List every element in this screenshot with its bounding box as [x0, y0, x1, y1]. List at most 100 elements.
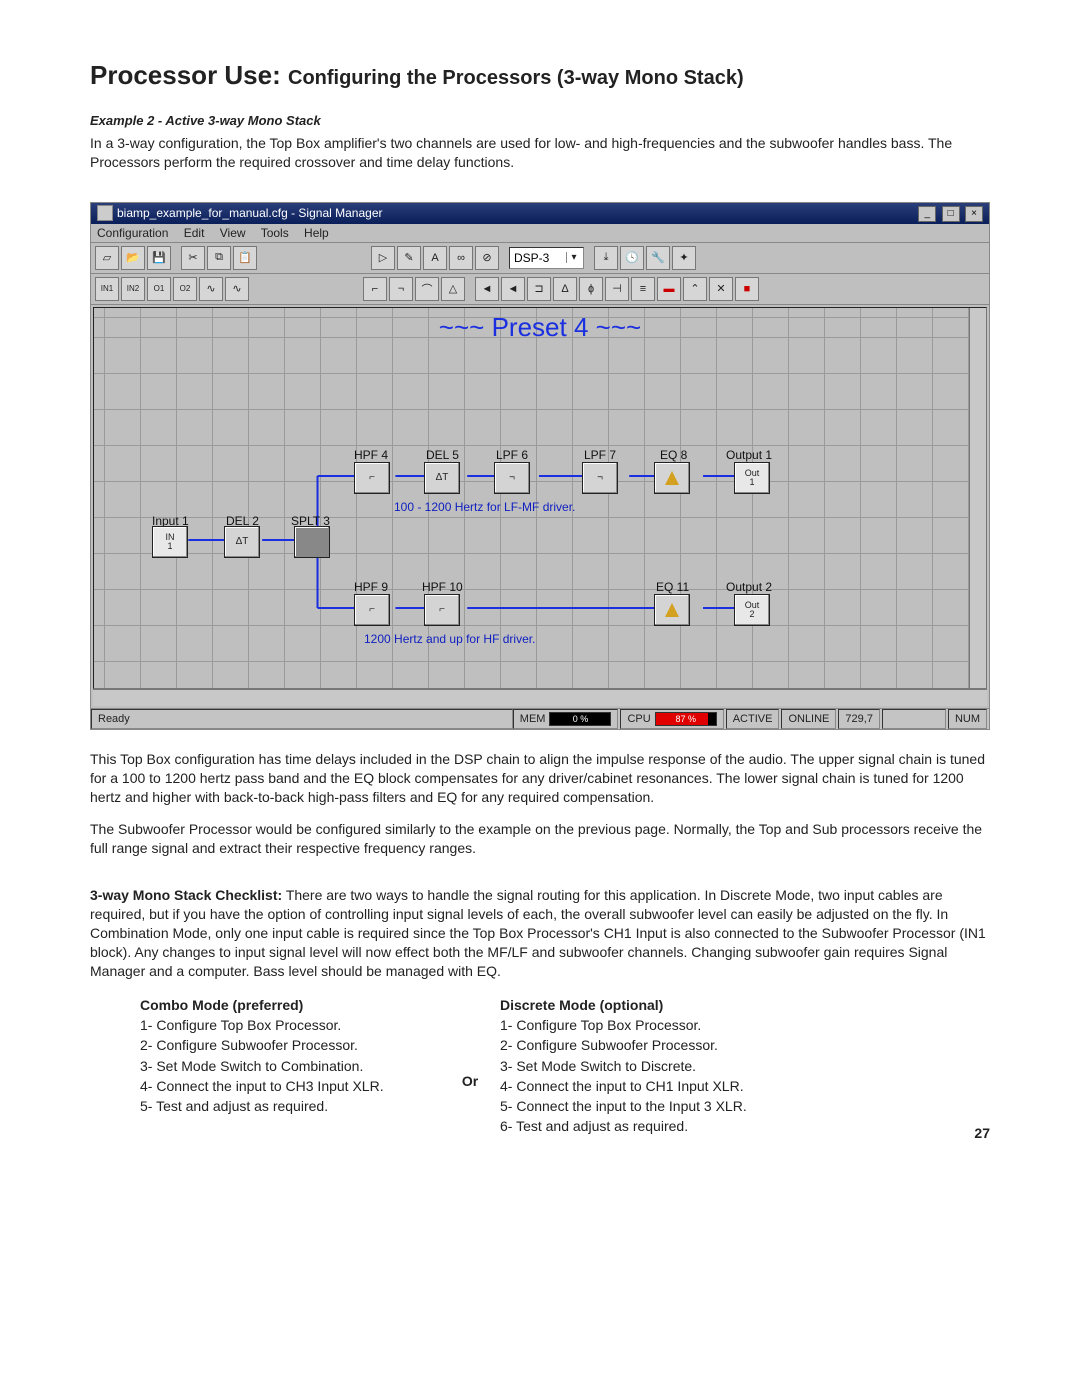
page-title: Processor Use: Configuring the Processor… — [90, 60, 990, 91]
wrench-icon[interactable]: 🔧 — [646, 246, 670, 270]
bpf-icon[interactable]: ⌒ — [415, 277, 439, 301]
status-num: NUM — [948, 709, 987, 729]
block-splt3[interactable] — [294, 526, 330, 558]
note-lower-chain: 1200 Hertz and up for HF driver. — [364, 632, 535, 646]
hpf-icon[interactable]: ⌐ — [363, 277, 387, 301]
menu-view[interactable]: View — [220, 226, 246, 240]
dsp-field[interactable] — [512, 250, 566, 266]
after-paragraph-1: This Top Box configuration has time dela… — [90, 750, 990, 807]
dsp-select[interactable]: ▾ — [509, 247, 584, 269]
in1-icon[interactable]: IN1 — [95, 277, 119, 301]
meter-icon[interactable]: ▬ — [657, 277, 681, 301]
discrete-step: 5- Connect the input to the Input 3 XLR. — [500, 1096, 800, 1116]
statusbar: Ready MEM 0 % CPU 87 % ACTIVE ONLINE 729… — [91, 708, 989, 729]
example-label: Example 2 - Active 3-way Mono Stack — [90, 113, 990, 128]
in2-icon[interactable]: IN2 — [121, 277, 145, 301]
menu-tools[interactable]: Tools — [261, 226, 289, 240]
status-active: ACTIVE — [726, 709, 780, 729]
block-out2[interactable]: Out2 — [734, 594, 770, 626]
paste-icon[interactable]: 📋 — [233, 246, 257, 270]
checklist-lead-strong: 3-way Mono Stack Checklist: — [90, 887, 282, 903]
mix-icon[interactable]: ≡ — [631, 277, 655, 301]
block-hpf9[interactable]: ⌐ — [354, 594, 390, 626]
unlink-icon[interactable]: ⊘ — [475, 246, 499, 270]
save-icon[interactable]: 💾 — [147, 246, 171, 270]
gain-icon[interactable]: ◄ — [501, 277, 525, 301]
eq-icon[interactable]: △ — [441, 277, 465, 301]
label-hpf10: HPF 10 — [422, 580, 463, 594]
cut-icon[interactable]: ✂ — [181, 246, 205, 270]
dsp-canvas[interactable]: ~~~ Preset 4 ~~~ — [93, 307, 987, 689]
block-del2[interactable]: ΔT — [224, 526, 260, 558]
stop-icon[interactable]: ■ — [735, 277, 759, 301]
label-eq11: EQ 11 — [656, 580, 689, 594]
out1-icon[interactable]: O1 — [147, 277, 171, 301]
mute-icon[interactable]: ◄ — [475, 277, 499, 301]
split-icon[interactable]: ⊣ — [605, 277, 629, 301]
spark-icon[interactable]: ✦ — [672, 246, 696, 270]
status-mem: MEM 0 % — [513, 709, 619, 729]
combo-step: 2- Configure Subwoofer Processor. — [140, 1035, 440, 1055]
label-out2: Output 2 — [726, 580, 772, 594]
combo-step: 3- Set Mode Switch to Combination. — [140, 1056, 440, 1076]
label-hpf4: HPF 4 — [354, 448, 388, 462]
minimize-icon[interactable]: _ — [918, 206, 936, 222]
chevron-down-icon[interactable]: ▾ — [566, 252, 581, 263]
delay-icon[interactable]: Δ — [553, 277, 577, 301]
page-title-strong: Processor Use: — [90, 60, 281, 90]
block-lpf6[interactable]: ¬ — [494, 462, 530, 494]
menu-help[interactable]: Help — [304, 226, 329, 240]
block-out1[interactable]: Out1 — [734, 462, 770, 494]
checklist-paragraph: 3-way Mono Stack Checklist: There are tw… — [90, 886, 990, 980]
discrete-step: 2- Configure Subwoofer Processor. — [500, 1035, 800, 1055]
copy-icon[interactable]: ⧉ — [207, 246, 231, 270]
discrete-mode-column: Discrete Mode (optional) 1- Configure To… — [500, 995, 800, 1137]
after-paragraph-2: The Subwoofer Processor would be configu… — [90, 820, 990, 858]
close-icon[interactable]: × — [965, 206, 983, 222]
block-lpf7[interactable]: ¬ — [582, 462, 618, 494]
noise-icon[interactable]: ∿ — [225, 277, 249, 301]
block-hpf10[interactable]: ⌐ — [424, 594, 460, 626]
preset-title: ~~~ Preset 4 ~~~ — [439, 312, 641, 343]
comp-icon[interactable]: ⊐ — [527, 277, 551, 301]
maximize-icon[interactable]: □ — [942, 206, 960, 222]
out2-icon[interactable]: O2 — [173, 277, 197, 301]
label-lpf6: LPF 6 — [496, 448, 528, 462]
discrete-step: 4- Connect the input to CH1 Input XLR. — [500, 1076, 800, 1096]
polarity-icon[interactable]: ɸ — [579, 277, 603, 301]
menubar[interactable]: Configuration Edit View Tools Help — [91, 224, 989, 243]
block-eq8[interactable] — [654, 462, 690, 494]
clock-icon[interactable]: 🕓 — [620, 246, 644, 270]
block-eq11[interactable] — [654, 594, 690, 626]
block-del5[interactable]: ΔT — [424, 462, 460, 494]
open-icon[interactable]: 📂 — [121, 246, 145, 270]
download-icon[interactable]: ⤓ — [594, 246, 618, 270]
pointer-icon[interactable]: ▷ — [371, 246, 395, 270]
discrete-step: 1- Configure Top Box Processor. — [500, 1015, 800, 1035]
misc2-icon[interactable]: ✕ — [709, 277, 733, 301]
horizontal-scrollbar[interactable] — [93, 689, 987, 706]
menu-edit[interactable]: Edit — [184, 226, 205, 240]
window-titlebar[interactable]: biamp_example_for_manual.cfg - Signal Ma… — [91, 203, 989, 224]
combo-title: Combo Mode (preferred) — [140, 995, 440, 1015]
label-del5: DEL 5 — [426, 448, 459, 462]
lpf-icon[interactable]: ¬ — [389, 277, 413, 301]
combo-step: 4- Connect the input to CH3 Input XLR. — [140, 1076, 440, 1096]
misc1-icon[interactable]: ⌃ — [683, 277, 707, 301]
vertical-scrollbar[interactable] — [969, 308, 986, 688]
toolbar-1[interactable]: ▱ 📂 💾 ✂ ⧉ 📋 ▷ ✎ A ∞ ⊘ ▾ ⤓ 🕓 🔧 ✦ — [91, 243, 989, 274]
block-hpf4[interactable]: ⌐ — [354, 462, 390, 494]
pencil-icon[interactable]: ✎ — [397, 246, 421, 270]
link-icon[interactable]: ∞ — [449, 246, 473, 270]
sine-icon[interactable]: ∿ — [199, 277, 223, 301]
menu-configuration[interactable]: Configuration — [97, 226, 168, 240]
block-in1[interactable]: IN1 — [152, 526, 188, 558]
toolbar-2[interactable]: IN1 IN2 O1 O2 ∿ ∿ ⌐ ¬ ⌒ △ ◄ ◄ ⊐ Δ ɸ ⊣ ≡ … — [91, 274, 989, 305]
window-buttons[interactable]: _ □ × — [916, 205, 983, 222]
combo-step: 5- Test and adjust as required. — [140, 1096, 440, 1116]
new-icon[interactable]: ▱ — [95, 246, 119, 270]
text-icon[interactable]: A — [423, 246, 447, 270]
status-ready: Ready — [91, 709, 513, 729]
wire-layer — [94, 308, 986, 688]
combo-mode-column: Combo Mode (preferred) 1- Configure Top … — [140, 995, 440, 1137]
